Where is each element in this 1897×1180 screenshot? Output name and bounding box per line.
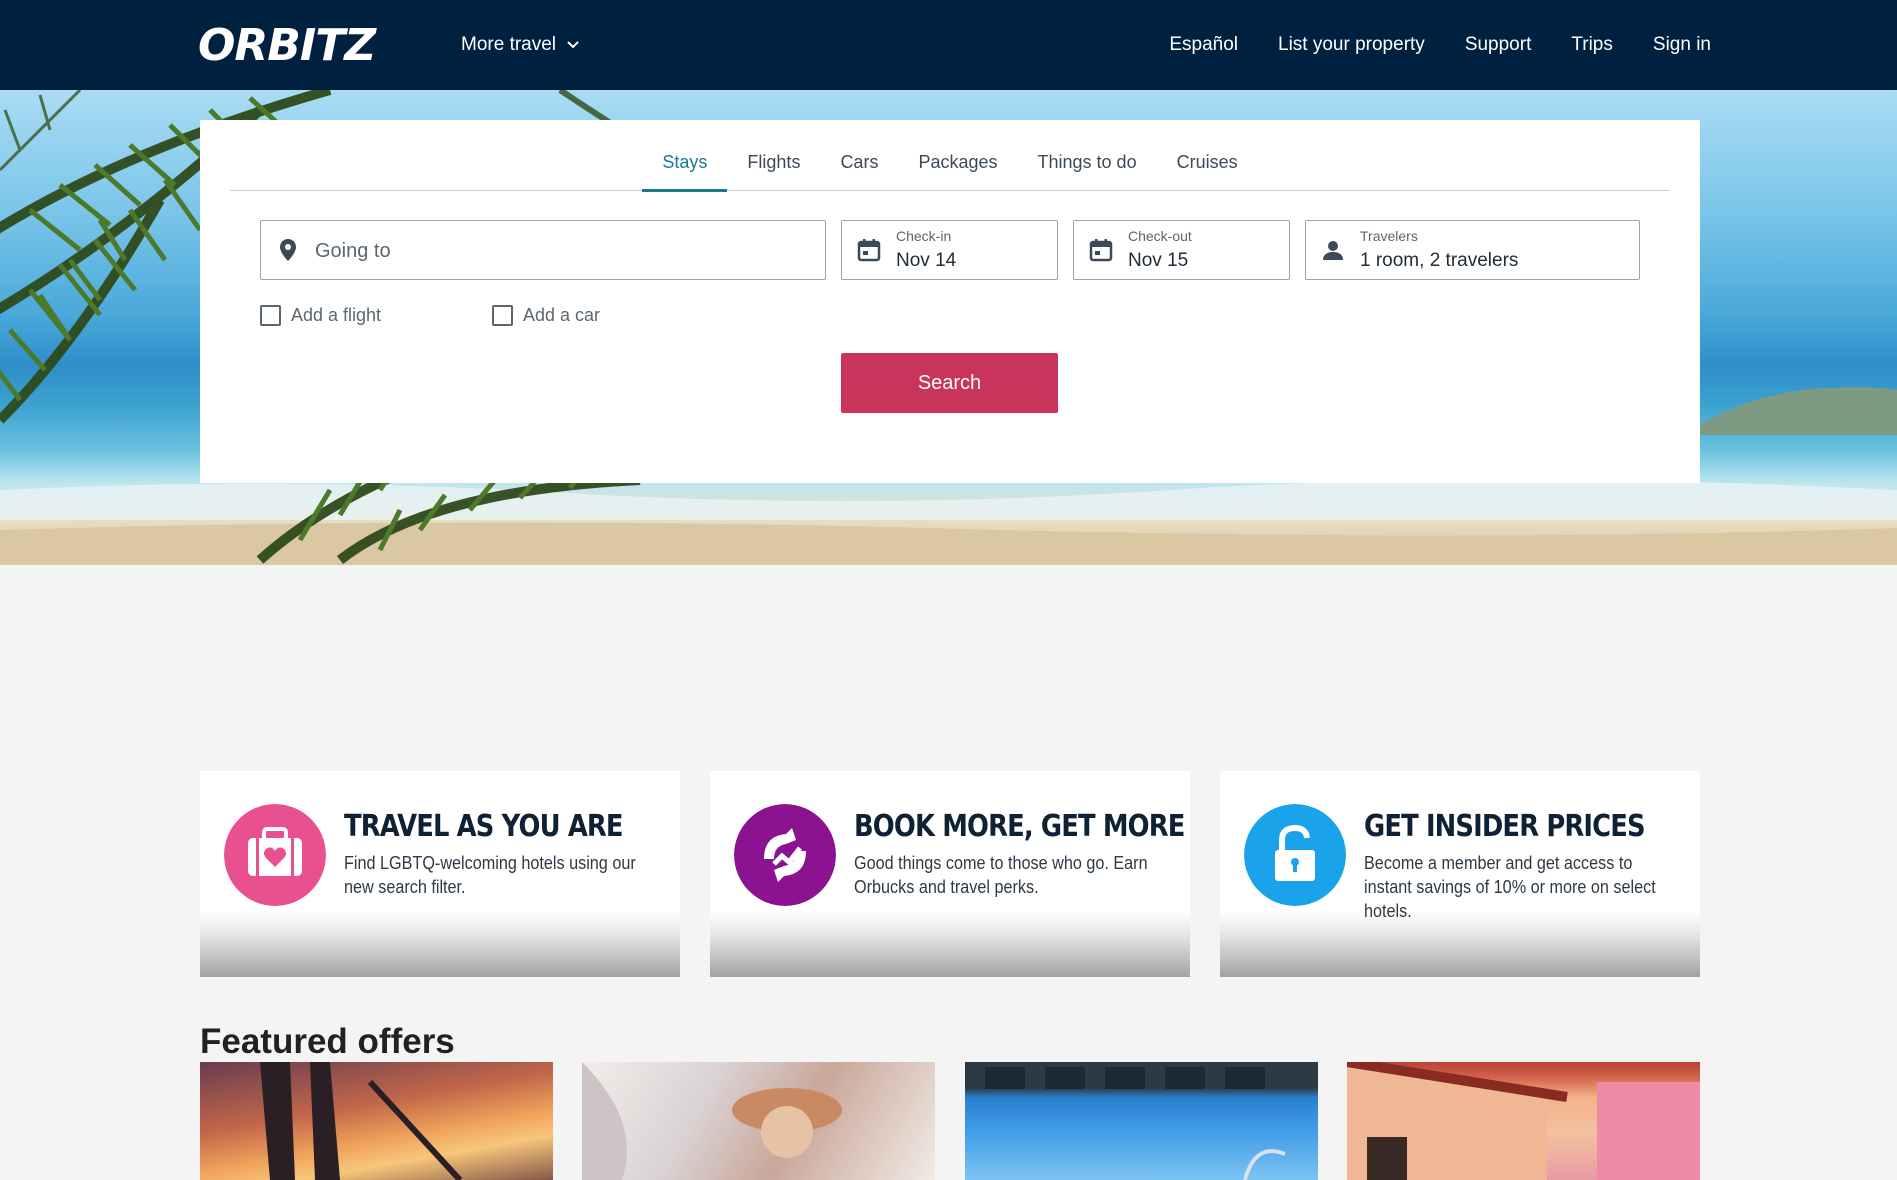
going-to-placeholder: Going to <box>315 240 391 262</box>
person-icon <box>1323 241 1343 260</box>
check-out-date-field[interactable]: Check-out Nov 15 <box>1073 220 1290 280</box>
check-in-label: Check-in <box>896 228 952 244</box>
header-nav: Español List your property Support Trips… <box>1169 34 1711 56</box>
support-link[interactable]: Support <box>1465 34 1532 56</box>
tab-things-to-do[interactable]: Things to do <box>1018 120 1157 191</box>
svg-text:ORBITZ: ORBITZ <box>198 22 377 66</box>
check-out-label: Check-out <box>1128 228 1192 244</box>
top-navigation-bar: ORBITZ More travel Español List your pro… <box>0 0 1897 90</box>
promo-title: TRAVEL AS YOU ARE <box>344 809 624 844</box>
featured-offer-image[interactable] <box>1347 1062 1700 1180</box>
woman-hat-image <box>582 1062 842 1180</box>
going-to-input[interactable]: Going to <box>260 220 826 280</box>
promo-card-insider-prices[interactable]: GET INSIDER PRICES Become a member and g… <box>1220 771 1700 977</box>
featured-offer-image[interactable] <box>965 1062 1318 1180</box>
add-flight-label: Add a flight <box>291 305 382 325</box>
search-panel: Stays Flights Cars Packages Things to do… <box>200 120 1700 483</box>
pool-image <box>985 1067 1286 1180</box>
search-button[interactable]: Search <box>841 353 1058 413</box>
travelers-value: 1 room, 2 travelers <box>1360 250 1519 271</box>
orbitz-logo[interactable]: ORBITZ <box>198 22 413 66</box>
check-out-value: Nov 15 <box>1128 250 1189 271</box>
tab-cars[interactable]: Cars <box>820 120 898 191</box>
more-travel-menu[interactable]: More travel <box>461 34 580 56</box>
tab-stays[interactable]: Stays <box>642 120 728 192</box>
tab-packages[interactable]: Packages <box>898 120 1017 191</box>
travelers-label: Travelers <box>1360 228 1418 244</box>
suitcase-heart-icon <box>224 804 326 906</box>
calendar-icon <box>1089 239 1113 262</box>
trips-link[interactable]: Trips <box>1571 34 1613 56</box>
promo-card-book-more[interactable]: BOOK MORE, GET MORE Good things come to … <box>710 771 1190 977</box>
add-car-checkbox[interactable]: Add a car <box>492 305 600 326</box>
search-tabs: Stays Flights Cars Packages Things to do… <box>230 120 1670 192</box>
more-travel-label: More travel <box>461 34 557 55</box>
featured-offer-image[interactable] <box>200 1062 553 1180</box>
language-link[interactable]: Español <box>1169 34 1238 56</box>
promo-description: Find LGBTQ-welcoming hotels using our ne… <box>344 853 636 897</box>
paddleboard-image <box>260 1062 463 1180</box>
chevron-down-icon <box>567 41 579 49</box>
travelers-field[interactable]: Travelers 1 room, 2 travelers <box>1305 220 1640 280</box>
villa-image <box>1347 1062 1700 1180</box>
promo-title: BOOK MORE, GET MORE <box>854 809 1185 844</box>
tab-cruises[interactable]: Cruises <box>1157 120 1258 191</box>
checkbox-box[interactable] <box>260 305 281 326</box>
check-in-value: Nov 14 <box>896 250 957 271</box>
promo-description: Good things come to those who go. Earn O… <box>854 853 1148 897</box>
unlock-icon <box>1244 804 1346 906</box>
promo-title: GET INSIDER PRICES <box>1364 809 1646 844</box>
list-property-link[interactable]: List your property <box>1278 34 1425 56</box>
add-car-label: Add a car <box>523 305 601 325</box>
check-in-date-field[interactable]: Check-in Nov 14 <box>841 220 1058 280</box>
sign-in-link[interactable]: Sign in <box>1653 34 1711 56</box>
featured-offers-heading: Featured offers <box>200 1022 455 1061</box>
promo-description: Become a member and get access to instan… <box>1364 853 1656 921</box>
featured-offer-image[interactable] <box>582 1062 935 1180</box>
orbucks-icon <box>734 804 836 906</box>
map-pin-icon <box>280 239 296 261</box>
tab-flights[interactable]: Flights <box>727 120 820 191</box>
promo-card-travel-as-you-are[interactable]: TRAVEL AS YOU ARE Find LGBTQ-welcoming h… <box>200 771 680 977</box>
checkbox-box[interactable] <box>492 305 513 326</box>
add-flight-checkbox[interactable]: Add a flight <box>260 305 381 326</box>
calendar-icon <box>857 239 881 262</box>
